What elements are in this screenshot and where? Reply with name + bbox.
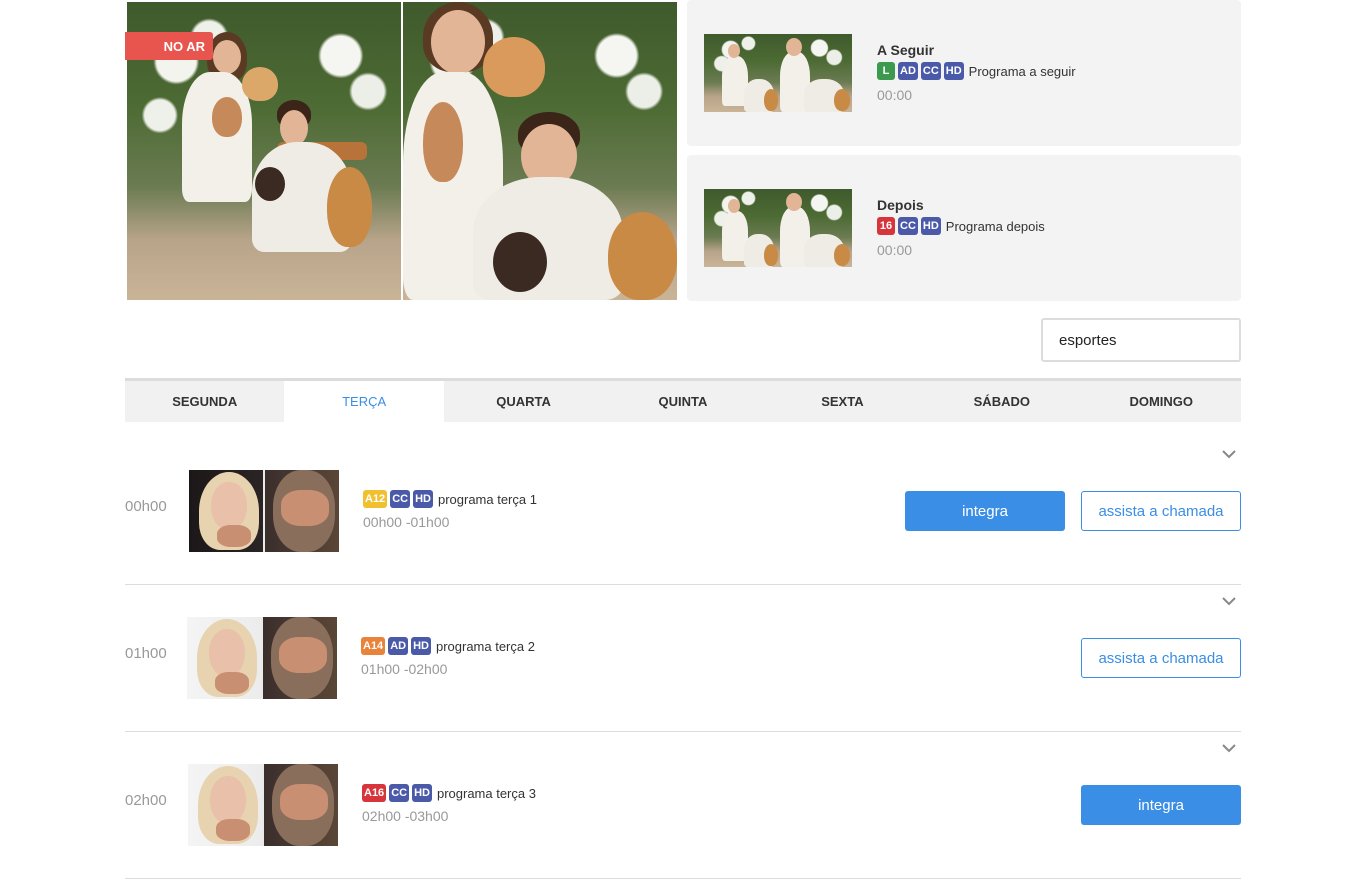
schedule-row: 02h00 A16 CC HD programa terça 3 02h00 -… xyxy=(125,732,1241,879)
closed-caption-badge: CC xyxy=(390,490,411,508)
chevron-down-icon[interactable] xyxy=(1221,740,1237,756)
rating-badge: A14 xyxy=(361,637,386,655)
program-time-range: 01h00 -02h00 xyxy=(361,661,448,677)
up-next-card[interactable]: A Seguir L AD CC HD Programa a seguir 00… xyxy=(687,0,1241,146)
rating-badge: L xyxy=(877,62,895,80)
program-meta: A12 CC HD programa terça 1 xyxy=(363,490,537,508)
tab-saturday[interactable]: SÁBADO xyxy=(922,381,1081,422)
later-title: Depois xyxy=(877,197,924,213)
watch-promo-button[interactable]: assista a chamada xyxy=(1081,491,1241,531)
tab-friday[interactable]: SEXTA xyxy=(763,381,922,422)
up-next-title: A Seguir xyxy=(877,42,935,58)
hd-badge: HD xyxy=(943,62,964,80)
tab-monday[interactable]: SEGUNDA xyxy=(125,381,284,422)
tab-wednesday[interactable]: QUARTA xyxy=(444,381,603,422)
program-meta: A14 AD HD programa terça 2 xyxy=(361,637,535,655)
watch-promo-button[interactable]: assista a chamada xyxy=(1081,638,1241,678)
schedule-row: 01h00 A14 AD HD programa terça 2 01h00 -… xyxy=(125,585,1241,732)
search-input[interactable] xyxy=(1041,318,1241,362)
up-next-thumbnail[interactable] xyxy=(704,34,852,112)
hd-badge: HD xyxy=(920,217,941,235)
on-air-badge: NO AR xyxy=(125,32,213,60)
up-next-meta: L AD CC HD Programa a seguir xyxy=(877,62,1076,80)
up-next-time: 00:00 xyxy=(877,87,913,103)
later-card[interactable]: Depois 16 CC HD Programa depois 00:00 xyxy=(687,155,1241,301)
schedule-hour: 00h00 xyxy=(125,498,167,515)
schedule-hour: 02h00 xyxy=(125,792,167,809)
tab-sunday[interactable]: DOMINGO xyxy=(1082,381,1241,422)
later-time: 00:00 xyxy=(877,242,913,258)
later-thumbnail[interactable] xyxy=(704,189,852,267)
program-time-range: 00h00 -01h00 xyxy=(363,514,450,530)
rating-badge: A12 xyxy=(363,490,388,508)
closed-caption-badge: CC xyxy=(898,217,918,235)
schedule-row: 00h00 A12 CC HD programa terça 1 00h00 -… xyxy=(125,438,1241,585)
tab-thursday[interactable]: QUINTA xyxy=(603,381,762,422)
full-episode-button[interactable]: integra xyxy=(1081,785,1241,825)
audio-description-badge: AD xyxy=(898,62,918,80)
later-program-name: Programa depois xyxy=(945,218,1045,234)
live-program-image-2[interactable] xyxy=(403,2,677,300)
program-thumbnail[interactable] xyxy=(189,470,339,552)
full-episode-button[interactable]: integra xyxy=(905,491,1065,531)
day-tabs: SEGUNDA TERÇA QUARTA QUINTA SEXTA SÁBADO… xyxy=(125,378,1241,422)
program-meta: A16 CC HD programa terça 3 xyxy=(362,784,536,802)
program-name: programa terça 3 xyxy=(436,785,536,801)
later-meta: 16 CC HD Programa depois xyxy=(877,217,1045,235)
chevron-down-icon[interactable] xyxy=(1221,593,1237,609)
schedule-hour: 01h00 xyxy=(125,645,167,662)
program-thumbnail[interactable] xyxy=(187,617,337,699)
hd-badge: HD xyxy=(413,490,433,508)
program-time-range: 02h00 -03h00 xyxy=(362,808,449,824)
hd-badge: HD xyxy=(411,637,431,655)
program-name: programa terça 2 xyxy=(435,638,535,654)
chevron-down-icon[interactable] xyxy=(1221,446,1237,462)
program-thumbnail[interactable] xyxy=(188,764,338,846)
closed-caption-badge: CC xyxy=(920,62,941,80)
rating-badge: A16 xyxy=(362,784,387,802)
tab-tuesday[interactable]: TERÇA xyxy=(284,381,444,422)
closed-caption-badge: CC xyxy=(389,784,410,802)
up-next-program-name: Programa a seguir xyxy=(968,63,1076,79)
rating-badge: 16 xyxy=(877,217,895,235)
audio-description-badge: AD xyxy=(388,637,409,655)
hd-badge: HD xyxy=(412,784,432,802)
program-name: programa terça 1 xyxy=(437,491,537,507)
